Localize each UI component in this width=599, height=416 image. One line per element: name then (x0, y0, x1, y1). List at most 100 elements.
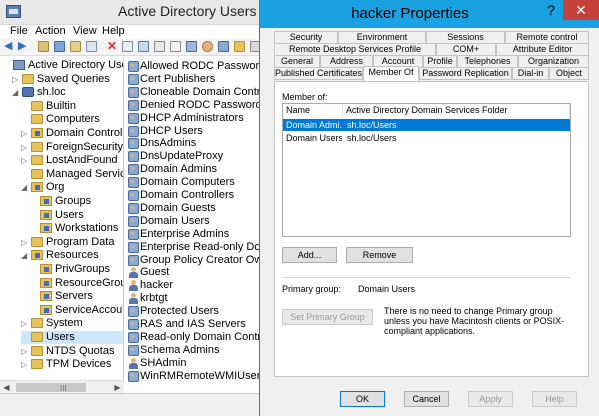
tree-node[interactable]: Groups (30, 195, 123, 208)
column-header-folder[interactable]: Active Directory Domain Services Folder (343, 104, 570, 117)
list-item[interactable]: DnsAdmins (126, 137, 260, 150)
tree-node[interactable]: Computers (21, 113, 123, 126)
expand-arrow-icon[interactable]: ▷ (12, 73, 20, 86)
tree-node[interactable]: ▷ TPM Devices (21, 358, 123, 371)
list-item[interactable]: RAS and IAS Servers (126, 318, 260, 331)
member-of-list[interactable]: Name Active Directory Domain Services Fo… (282, 103, 571, 237)
list-view-icon[interactable] (86, 41, 97, 52)
back-icon[interactable]: ◀ (4, 41, 15, 52)
tree-node[interactable]: ResourceGroup (30, 277, 123, 290)
collapse-arrow-icon[interactable]: ◢ (21, 181, 29, 194)
tab-member-of[interactable]: Member Of (363, 66, 419, 81)
tree-node[interactable]: Workstations (30, 222, 123, 235)
list-item[interactable]: Allowed RODC Password Repl (126, 60, 260, 73)
list-item[interactable]: Domain Users (126, 215, 260, 228)
list-item[interactable]: Schema Admins (126, 344, 260, 357)
menu-help[interactable]: Help (102, 25, 125, 37)
list-item[interactable]: krbtgt (126, 292, 260, 305)
expand-arrow-icon[interactable]: ▷ (21, 154, 29, 167)
show-console-tree-icon[interactable] (54, 41, 65, 52)
tab-published-certificates[interactable]: Published Certificates (274, 67, 363, 80)
table-row[interactable]: Domain Users sh.loc/Users (283, 132, 570, 144)
collapse-arrow-icon[interactable]: ◢ (12, 86, 20, 99)
set-primary-group-button[interactable]: Set Primary Group (282, 309, 373, 325)
tree-node[interactable]: ▷ NTDS Quotas (21, 345, 123, 358)
tree-node[interactable]: Active Directory Users and (3, 59, 123, 72)
expand-arrow-icon[interactable]: ▷ (21, 317, 29, 330)
list-item[interactable]: Cert Publishers (126, 73, 260, 86)
cancel-button[interactable]: Cancel (404, 391, 449, 407)
tree-node[interactable]: ◢ Org (21, 181, 123, 194)
help-icon[interactable]: ? (541, 0, 561, 20)
expand-arrow-icon[interactable]: ▷ (21, 345, 29, 358)
tree-node[interactable]: ServiceAccount (30, 304, 123, 317)
help-toolbar-icon[interactable] (170, 41, 181, 52)
export-list-icon[interactable] (154, 41, 165, 52)
list-item[interactable]: Domain Admins (126, 163, 260, 176)
apply-button[interactable]: Apply (468, 391, 513, 407)
list-item[interactable]: hacker (126, 279, 260, 292)
list-item[interactable]: Guest (126, 266, 260, 279)
tree-node[interactable]: Servers (30, 290, 123, 303)
menu-file[interactable]: File (10, 25, 28, 37)
list-item[interactable]: SHAdmin (126, 357, 260, 370)
menu-view[interactable]: View (73, 25, 97, 37)
collapse-arrow-icon[interactable]: ◢ (21, 249, 29, 262)
new-group-icon[interactable] (218, 41, 229, 52)
tree-node[interactable]: Users (21, 331, 123, 344)
forward-icon[interactable]: ▶ (18, 41, 29, 52)
list-item[interactable]: Read-only Domain Controllers (126, 331, 260, 344)
list-item[interactable]: Protected Users (126, 305, 260, 318)
table-row[interactable]: Domain Admi... sh.loc/Users (283, 119, 570, 131)
domain-icon-toolbar[interactable] (186, 41, 197, 52)
dialog-titlebar[interactable]: hacker Properties ? ✕ (260, 0, 599, 28)
list-item[interactable]: WinRMRemoteWMIUsers__ (126, 370, 260, 383)
remove-button[interactable]: Remove (346, 247, 413, 263)
tree-node[interactable]: Users (30, 209, 123, 222)
list-item[interactable]: Enterprise Read-only Domain (126, 241, 260, 254)
tree-node[interactable]: PrivGroups (30, 263, 123, 276)
close-icon[interactable]: ✕ (563, 0, 599, 20)
list-item[interactable]: Domain Computers (126, 176, 260, 189)
properties-icon[interactable] (122, 41, 133, 52)
tab-object[interactable]: Object (549, 67, 589, 80)
tree-horizontal-scrollbar[interactable]: ◀ III ▶ (0, 380, 124, 393)
list-item[interactable]: DnsUpdateProxy (126, 150, 260, 163)
tree-node[interactable]: Managed Service A (21, 168, 123, 181)
tree-node[interactable]: ◢ Resources (21, 249, 123, 262)
menu-action[interactable]: Action (35, 25, 66, 37)
list-item[interactable]: Cloneable Domain Controllers (126, 86, 260, 99)
list-item[interactable]: Group Policy Creator Owners (126, 254, 260, 267)
list-item[interactable]: DHCP Administrators (126, 112, 260, 125)
expand-arrow-icon[interactable]: ▷ (21, 358, 29, 371)
tree-node[interactable]: Builtin (21, 100, 123, 113)
up-folder-icon[interactable] (38, 41, 49, 52)
list-item[interactable]: Enterprise Admins (126, 228, 260, 241)
tab-dial-in[interactable]: Dial-in (512, 67, 549, 80)
tree-node[interactable]: ◢ sh.loc (12, 86, 123, 99)
expand-arrow-icon[interactable]: ▷ (21, 236, 29, 249)
tree-node[interactable]: ▷ ForeignSecurityPrin (21, 141, 123, 154)
expand-arrow-icon[interactable]: ▷ (21, 127, 29, 140)
tree-node[interactable]: ▷ LostAndFound (21, 154, 123, 167)
list-item[interactable]: DHCP Users (126, 125, 260, 138)
scroll-thumb[interactable]: III (16, 383, 86, 393)
tree-node[interactable]: ▷ Program Data (21, 236, 123, 249)
ok-button[interactable]: OK (340, 391, 385, 407)
list-item[interactable]: Denied RODC Password Replic (126, 99, 260, 112)
column-header-name[interactable]: Name (283, 104, 343, 117)
tree-node[interactable]: ▷ Domain Controller (21, 127, 123, 140)
list-item[interactable]: Domain Guests (126, 202, 260, 215)
tree-node[interactable]: ▷ System (21, 317, 123, 330)
list-item[interactable]: Domain Controllers (126, 189, 260, 202)
help-button[interactable]: Help (532, 391, 577, 407)
delete-icon[interactable]: ✕ (107, 40, 118, 52)
new-ou-icon[interactable] (234, 41, 245, 52)
expand-arrow-icon[interactable]: ▷ (21, 141, 29, 154)
refresh-icon[interactable] (138, 41, 149, 52)
tab-password-replication[interactable]: Password Replication (419, 67, 512, 80)
tree-node[interactable]: ▷ Saved Queries (12, 73, 123, 86)
new-user-icon[interactable] (202, 41, 213, 52)
properties-folder-icon[interactable] (70, 41, 81, 52)
add-button[interactable]: Add... (282, 247, 337, 263)
